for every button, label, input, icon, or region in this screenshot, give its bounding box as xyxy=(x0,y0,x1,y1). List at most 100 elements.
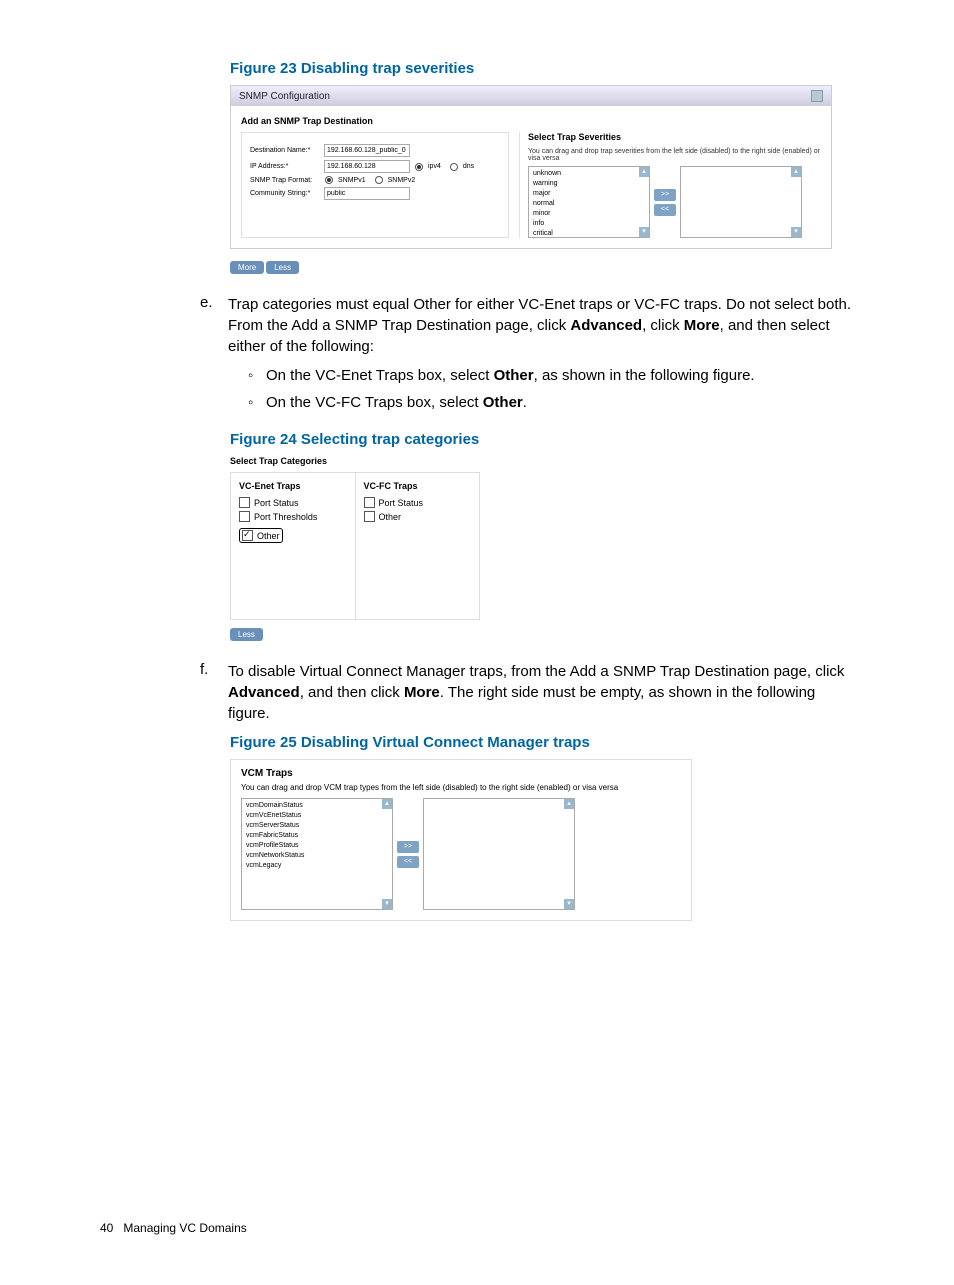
text: , click xyxy=(642,317,684,334)
sub-item: On the VC-FC Traps box, select Other. xyxy=(248,392,854,413)
vc-enet-title: VC-Enet Traps xyxy=(239,481,347,491)
trap-categories-panel: Select Trap Categories VC-Enet Traps Por… xyxy=(230,456,480,641)
checkbox-label: Port Status xyxy=(379,498,424,508)
text: , and then click xyxy=(300,684,404,701)
move-right-button[interactable]: >> xyxy=(654,189,676,201)
scroll-up-icon[interactable]: ▴ xyxy=(791,167,801,177)
add-trap-title: Add an SNMP Trap Destination xyxy=(241,116,821,126)
scroll-up-icon[interactable]: ▴ xyxy=(564,799,574,809)
text: On the VC-Enet Traps box, select xyxy=(266,367,494,384)
text: . xyxy=(523,394,527,411)
list-item[interactable]: normal xyxy=(533,199,637,209)
dest-name-label: Destination Name:* xyxy=(250,147,320,154)
list-item[interactable]: vcmVcEnetStatus xyxy=(246,811,380,821)
less-button[interactable]: Less xyxy=(266,261,299,274)
move-left-button[interactable]: << xyxy=(397,856,419,868)
snmpv1-label: SNMPv1 xyxy=(338,177,366,184)
list-item[interactable]: vcmProfileStatus xyxy=(246,841,380,851)
snmpv1-radio[interactable] xyxy=(325,176,333,184)
other-bold: Other xyxy=(494,367,534,384)
list-item[interactable]: major xyxy=(533,189,637,199)
figure-24-title: Figure 24 Selecting trap categories xyxy=(230,431,854,448)
dest-name-input[interactable] xyxy=(324,144,410,157)
disabled-severities-list[interactable]: ▴ unknown warning major normal minor inf… xyxy=(528,166,650,238)
port-status-fc-checkbox[interactable] xyxy=(364,497,375,508)
scroll-up-icon[interactable]: ▴ xyxy=(382,799,392,809)
checkbox-label: Other xyxy=(379,512,402,522)
figure-25-title: Figure 25 Disabling Virtual Connect Mana… xyxy=(230,734,854,751)
close-icon[interactable] xyxy=(811,90,823,102)
advanced-bold: Advanced xyxy=(228,684,300,701)
list-item[interactable]: unknown xyxy=(533,169,637,179)
list-item[interactable]: vcmDomainStatus xyxy=(246,801,380,811)
dns-label: dns xyxy=(463,163,474,170)
text: On the VC-FC Traps box, select xyxy=(266,394,483,411)
list-item[interactable]: warning xyxy=(533,179,637,189)
vcm-traps-panel: VCM Traps You can drag and drop VCM trap… xyxy=(230,759,692,921)
step-f-text: To disable Virtual Connect Manager traps… xyxy=(228,661,854,724)
dns-radio[interactable] xyxy=(450,163,458,171)
port-thresholds-checkbox[interactable] xyxy=(239,511,250,522)
step-e-text: Trap categories must equal Other for eit… xyxy=(228,294,854,421)
text: , as shown in the following figure. xyxy=(534,367,755,384)
checkbox-label: Port Thresholds xyxy=(254,512,317,522)
severities-dual-list: ▴ unknown warning major normal minor inf… xyxy=(528,166,821,238)
vcm-hint: You can drag and drop VCM trap types fro… xyxy=(241,783,681,792)
list-item[interactable]: vcmFabricStatus xyxy=(246,831,380,841)
less-button[interactable]: Less xyxy=(230,628,263,641)
list-item[interactable]: vcmNetworkStatus xyxy=(246,851,380,861)
list-item[interactable]: critical xyxy=(533,229,637,238)
text: To disable Virtual Connect Manager traps… xyxy=(228,663,844,680)
severities-title: Select Trap Severities xyxy=(528,132,821,142)
list-item[interactable]: vcmLegacy xyxy=(246,861,380,871)
move-right-button[interactable]: >> xyxy=(397,841,419,853)
window-title: SNMP Configuration xyxy=(239,91,330,102)
checkbox-label: Port Status xyxy=(254,498,299,508)
snmpv2-radio[interactable] xyxy=(375,176,383,184)
port-status-checkbox[interactable] xyxy=(239,497,250,508)
ipv4-radio[interactable] xyxy=(415,163,423,171)
vc-fc-title: VC-FC Traps xyxy=(364,481,472,491)
scroll-down-icon[interactable]: ▾ xyxy=(791,227,801,237)
severities-panel: Select Trap Severities You can drag and … xyxy=(519,132,821,238)
ip-label: IP Address:* xyxy=(250,163,320,170)
sub-item: On the VC-Enet Traps box, select Other, … xyxy=(248,365,854,386)
list-item[interactable]: minor xyxy=(533,209,637,219)
more-button[interactable]: More xyxy=(230,261,264,274)
more-bold: More xyxy=(684,317,720,334)
snmp-config-window: SNMP Configuration Add an SNMP Trap Dest… xyxy=(230,85,832,249)
trap-form: Destination Name:* IP Address:* ipv4 dns… xyxy=(241,132,509,238)
community-label: Community String:* xyxy=(250,190,320,197)
window-titlebar: SNMP Configuration xyxy=(231,86,831,106)
scroll-down-icon[interactable]: ▾ xyxy=(564,899,574,909)
severities-hint: You can drag and drop trap severities fr… xyxy=(528,148,821,162)
community-input[interactable] xyxy=(324,187,410,200)
enabled-vcm-list[interactable]: ▴ ▾ xyxy=(423,798,575,910)
other-fc-checkbox[interactable] xyxy=(364,511,375,522)
more-bold: More xyxy=(404,684,440,701)
move-left-button[interactable]: << xyxy=(654,204,676,216)
step-f-letter: f. xyxy=(200,661,228,724)
vcm-section-title: VCM Traps xyxy=(241,768,681,779)
figure-23-title: Figure 23 Disabling trap severities xyxy=(230,60,854,77)
list-item[interactable]: info xyxy=(533,219,637,229)
ip-input[interactable] xyxy=(324,160,410,173)
select-categories-title: Select Trap Categories xyxy=(230,456,480,466)
disabled-vcm-list[interactable]: ▴ vcmDomainStatus vcmVcEnetStatus vcmSer… xyxy=(241,798,393,910)
list-item[interactable]: vcmServerStatus xyxy=(246,821,380,831)
step-e-letter: e. xyxy=(200,294,228,421)
scroll-down-icon[interactable]: ▾ xyxy=(382,899,392,909)
page-footer: 40 Managing VC Domains xyxy=(100,1221,854,1235)
other-enet-checkbox[interactable] xyxy=(242,530,253,541)
scroll-up-icon[interactable]: ▴ xyxy=(639,167,649,177)
ipv4-label: ipv4 xyxy=(428,163,441,170)
snmpv2-label: SNMPv2 xyxy=(388,177,416,184)
page-number: 40 xyxy=(100,1221,113,1235)
scroll-down-icon[interactable]: ▾ xyxy=(639,227,649,237)
vc-fc-column: VC-FC Traps Port Status Other xyxy=(356,473,480,619)
other-checkbox-highlighted: Other xyxy=(239,528,283,543)
enabled-severities-list[interactable]: ▴ ▾ xyxy=(680,166,802,238)
other-bold: Other xyxy=(483,394,523,411)
advanced-bold: Advanced xyxy=(570,317,642,334)
format-label: SNMP Trap Format: xyxy=(250,177,320,184)
